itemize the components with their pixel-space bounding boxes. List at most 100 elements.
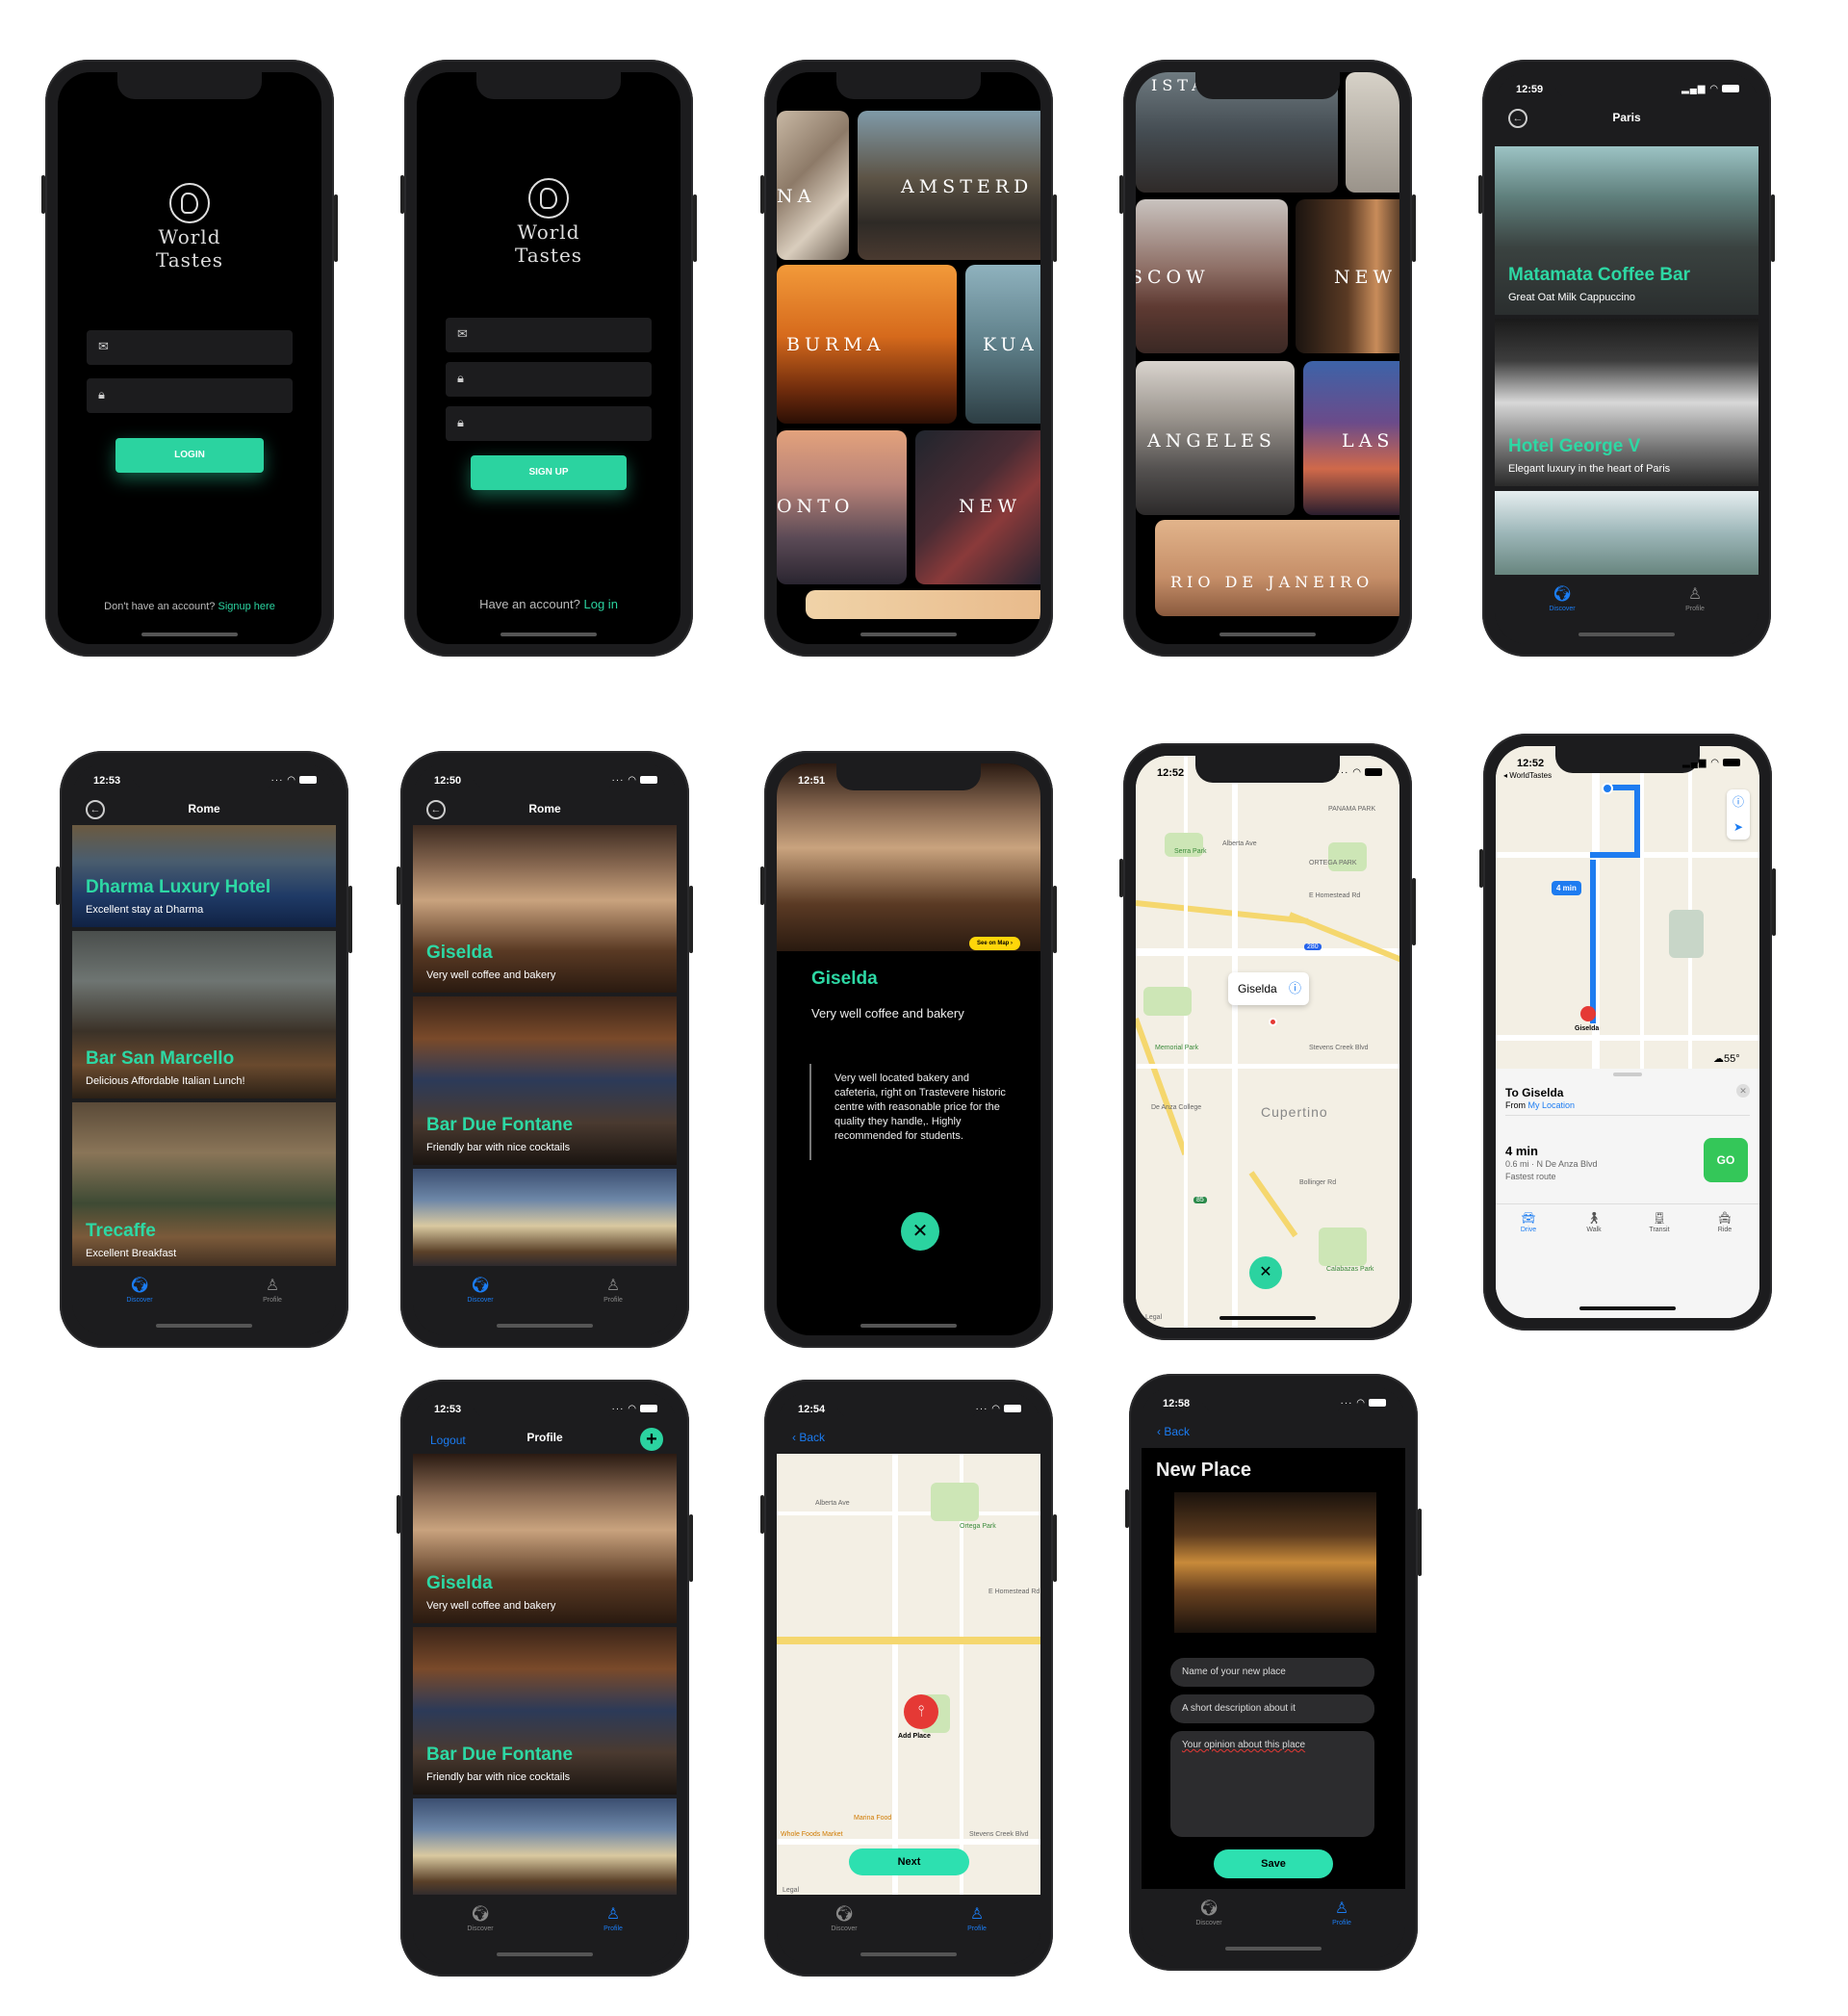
place-card[interactable]: Matamata Coffee Bar Great Oat Milk Cappu… (1495, 146, 1758, 315)
city-tile[interactable]: LAS (1303, 361, 1399, 515)
tab-discover[interactable]: 🌍︎ Discover (442, 1276, 519, 1304)
map-callout[interactable]: Giselda ⓘ (1228, 972, 1309, 1005)
map-view[interactable]: 4 min Giselda ☁55° ⓘ ➤ (1496, 746, 1759, 1069)
place-card[interactable]: Bar San Marcello Delicious Affordable It… (72, 931, 336, 1098)
mode-drive[interactable]: 🚘︎ Drive (1496, 1211, 1561, 1233)
signup-link[interactable]: Signup here (218, 601, 274, 612)
tab-profile[interactable]: ♙ Profile (938, 1904, 1015, 1932)
sheet-grabber[interactable] (1613, 1073, 1642, 1076)
signup-prompt: Don't have an account? Signup here (58, 601, 321, 612)
current-location-icon (1602, 783, 1613, 794)
status-icons: ▂▄▆ ◠ (1681, 84, 1739, 94)
mode-transit[interactable]: 🚆︎ Transit (1627, 1211, 1692, 1233)
from-location-link[interactable]: My Location (1528, 1100, 1576, 1110)
map-view[interactable]: Alberta Ave Ortega Park E Homestead Rd S… (777, 1454, 1040, 1902)
tab-discover[interactable]: 🌍︎ Discover (101, 1276, 178, 1304)
tab-profile[interactable]: ♙ Profile (234, 1276, 311, 1304)
close-button[interactable]: ✕ (901, 1212, 939, 1251)
tab-profile[interactable]: ♙ Profile (1303, 1899, 1380, 1926)
login-button[interactable]: LOGIN (116, 438, 264, 473)
place-card[interactable] (413, 1798, 677, 1902)
road (777, 1512, 1040, 1515)
tab-label: Profile (603, 1297, 623, 1304)
back-label: Back (1164, 1425, 1191, 1438)
place-card[interactable]: Dharma Luxury Hotel Excellent stay at Dh… (72, 825, 336, 927)
location-arrow-icon[interactable]: ➤ (1727, 814, 1750, 840)
description-input[interactable]: A short description about it (1170, 1694, 1374, 1723)
opinion-textarea[interactable]: Your opinion about this place (1170, 1731, 1374, 1837)
battery-icon (1723, 759, 1740, 767)
map-label: Alberta Ave (1222, 840, 1257, 847)
confirm-password-field[interactable]: 🔒︎ (446, 406, 652, 441)
place-card[interactable]: Giselda Very well coffee and bakery (413, 825, 677, 993)
route-duration: 4 min (1505, 1144, 1538, 1158)
city-tile[interactable] (806, 590, 1040, 619)
home-indicator (500, 633, 597, 636)
map-pin-icon[interactable] (1269, 1018, 1277, 1026)
map-label: Memorial Park (1155, 1045, 1199, 1051)
save-button[interactable]: Save (1214, 1849, 1333, 1878)
city-tile[interactable]: KUA (965, 265, 1040, 424)
place-card[interactable]: Hotel George V Elegant luxury in the hea… (1495, 319, 1758, 486)
next-button[interactable]: Next (849, 1848, 969, 1875)
password-field[interactable]: 🔒︎ (446, 362, 652, 397)
city-tile[interactable]: AMSTERD (858, 111, 1040, 260)
email-field[interactable]: ✉ (446, 318, 652, 352)
tab-discover[interactable]: 🌍︎ Discover (442, 1904, 519, 1932)
tab-discover[interactable]: 🌍︎ Discover (806, 1904, 883, 1932)
back-button[interactable]: ‹ Back (792, 1431, 825, 1444)
place-card[interactable]: Trecaffe Excellent Breakfast (72, 1102, 336, 1271)
map-view[interactable]: PANAMA PARK Serra Park Alberta Ave ORTEG… (1136, 756, 1399, 1328)
place-card[interactable] (413, 1169, 677, 1273)
see-on-map-button[interactable]: See on Map › (969, 937, 1021, 950)
tab-label: Profile (263, 1297, 282, 1304)
tab-discover[interactable]: 🌍︎ Discover (1524, 584, 1601, 612)
login-link[interactable]: Log in (584, 597, 618, 611)
tab-profile[interactable]: ♙ Profile (1656, 584, 1733, 612)
nav-title: Paris (1612, 111, 1641, 124)
destination-pin-icon (1580, 1006, 1596, 1021)
road (892, 1454, 898, 1902)
close-sheet-icon[interactable]: ✕ (1736, 1084, 1750, 1098)
city-tile[interactable] (1346, 72, 1399, 193)
mode-ride[interactable]: 🚖︎ Ride (1692, 1211, 1758, 1233)
name-input[interactable]: Name of your new place (1170, 1658, 1374, 1687)
tab-profile[interactable]: ♙ Profile (575, 1276, 652, 1304)
city-tile[interactable]: ANGELES (1136, 361, 1295, 515)
place-card[interactable]: Giselda Very well coffee and bakery (413, 1454, 677, 1623)
signup-button[interactable]: SIGN UP (471, 455, 627, 490)
tab-profile[interactable]: ♙ Profile (575, 1904, 652, 1932)
city-tile[interactable]: ONTO (777, 430, 907, 584)
city-tile[interactable]: SCOW (1136, 199, 1288, 353)
tab-discover[interactable]: 🌍︎ Discover (1170, 1899, 1247, 1926)
place-photo[interactable] (1174, 1492, 1376, 1633)
city-tile[interactable]: RIO DE JANEIRO (1155, 520, 1399, 616)
city-tile[interactable]: NEW (1296, 199, 1399, 353)
city-tile[interactable]: NA (777, 111, 849, 260)
road (777, 1839, 1040, 1845)
drop-pin-icon[interactable]: ⫯ (904, 1694, 938, 1729)
home-indicator (1578, 633, 1675, 636)
login-prompt-text: Have an account? (479, 597, 580, 611)
map-label: Stevens Creek Blvd (1309, 1045, 1369, 1051)
paris-list-screen: 12:59 ▂▄▆ ◠ ← Paris Matamata Coffee Bar … (1495, 72, 1758, 644)
back-to-app-link[interactable]: ◂ WorldTastes (1503, 771, 1552, 780)
place-card[interactable]: Bar Due Fontane Friendly bar with nice c… (413, 996, 677, 1165)
mode-walk[interactable]: 🚶︎ Walk (1561, 1211, 1627, 1233)
info-icon[interactable]: ⓘ (1289, 972, 1301, 1005)
back-button[interactable]: ‹ Back (1157, 1425, 1190, 1438)
phone-profile: 12:53 ··· ◠ Logout Profile + Giselda Ver… (397, 1380, 693, 1977)
close-icon: ✕ (911, 1221, 929, 1242)
status-time: 12:54 (798, 1404, 826, 1415)
go-button[interactable]: GO (1704, 1138, 1748, 1182)
city-tile[interactable]: NEW (915, 430, 1040, 584)
road (1496, 1035, 1759, 1041)
info-icon[interactable]: ⓘ (1727, 789, 1750, 814)
city-tile[interactable]: BURMA (777, 265, 957, 424)
phone-signup: World Tastes ✉ 🔒︎ 🔒︎ SIGN UP Have an acc… (400, 60, 697, 657)
email-field[interactable]: ✉ (87, 330, 293, 365)
add-place-map-screen: 12:54 ··· ◠ ‹ Back Alberta Ave Ortega Pa… (777, 1392, 1040, 1964)
place-card[interactable]: Bar Due Fontane Friendly bar with nice c… (413, 1627, 677, 1795)
password-field[interactable]: 🔒︎ (87, 378, 293, 413)
close-button[interactable]: ✕ (1249, 1256, 1282, 1289)
